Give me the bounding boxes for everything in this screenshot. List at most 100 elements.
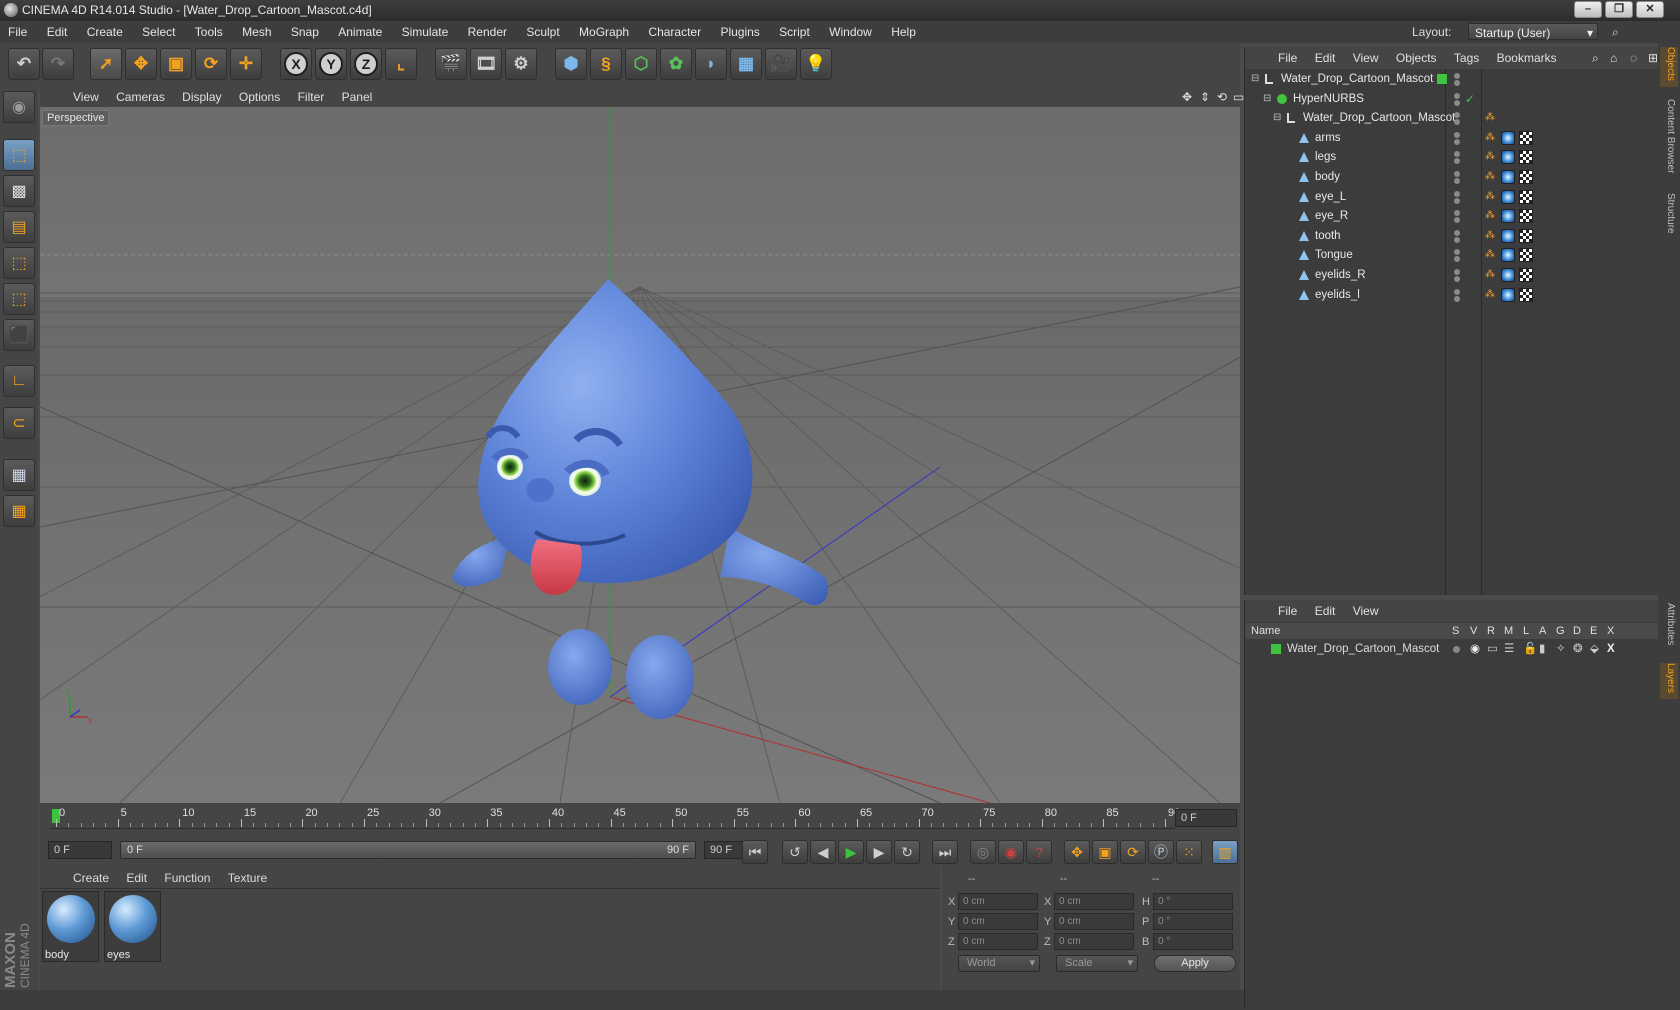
minimize-button[interactable]: –	[1574, 1, 1602, 18]
material-menu-texture[interactable]: Texture	[221, 867, 274, 889]
polygons-mode-icon[interactable]: ⬛	[3, 319, 35, 351]
uvw-tag-icon[interactable]	[1519, 170, 1533, 184]
render-visibility-dot[interactable]	[1454, 256, 1460, 263]
object-row[interactable]: eye_R ⁂	[1245, 206, 1659, 226]
phong-tag-icon[interactable]: ⁂	[1485, 289, 1495, 301]
objects-menu-file[interactable]: File	[1271, 47, 1304, 69]
rotation-p-field[interactable]: 0 °	[1153, 913, 1233, 930]
render-visibility-dot[interactable]	[1454, 158, 1460, 165]
viewport-menu-panel[interactable]: Panel	[335, 87, 380, 107]
timeline-track[interactable]: 051015202530354045505560657075808590	[50, 807, 1180, 829]
menu-mesh[interactable]: Mesh	[234, 21, 279, 43]
phong-tag-icon[interactable]: ⁂	[1485, 230, 1495, 242]
home-icon[interactable]: ⌂	[1603, 47, 1624, 69]
menu-file[interactable]: File	[0, 21, 35, 43]
coordinate-space-dropdown[interactable]: World ▾	[958, 955, 1040, 972]
material-swatch-body[interactable]: body	[42, 891, 99, 962]
deformer-icon[interactable]: ❂	[1573, 640, 1583, 658]
axis-mode-icon[interactable]: ∟	[3, 365, 35, 397]
tab-attributes[interactable]: Attributes	[1660, 603, 1678, 657]
viewport-menu-filter[interactable]: Filter	[291, 87, 332, 107]
tab-layers[interactable]: Layers	[1660, 663, 1678, 699]
expand-toggle-icon[interactable]: ⊟	[1273, 108, 1281, 128]
light-icon[interactable]: 💡	[800, 48, 832, 80]
viewport-menu-display[interactable]: Display	[175, 87, 228, 107]
menu-plugins[interactable]: Plugins	[712, 21, 767, 43]
locked-workplane-icon[interactable]: ▦	[3, 495, 35, 527]
menu-render[interactable]: Render	[460, 21, 515, 43]
z-axis-lock-button[interactable]: Z	[350, 48, 382, 80]
apply-button[interactable]: Apply	[1154, 955, 1236, 972]
animation-icon[interactable]: ▮	[1539, 640, 1545, 658]
editor-visibility-dot[interactable]	[1454, 190, 1460, 197]
edges-mode-icon[interactable]: ⬚	[3, 283, 35, 315]
expression-icon[interactable]: ⬙	[1590, 640, 1599, 658]
object-row[interactable]: eye_L ⁂	[1245, 187, 1659, 207]
array-icon[interactable]: ✿	[660, 48, 692, 80]
model-mode-icon[interactable]: ⬚	[3, 139, 35, 171]
close-button[interactable]: ✕	[1636, 1, 1664, 18]
start-frame-field[interactable]: 0 F	[48, 841, 112, 859]
menu-sculpt[interactable]: Sculpt	[518, 21, 567, 43]
menu-simulate[interactable]: Simulate	[394, 21, 457, 43]
objects-menu-edit[interactable]: Edit	[1308, 47, 1343, 69]
phong-tag-icon[interactable]: ⁂	[1485, 132, 1495, 144]
menu-window[interactable]: Window	[821, 21, 880, 43]
material-tag-icon[interactable]	[1501, 287, 1515, 302]
x-axis-lock-button[interactable]: X	[280, 48, 312, 80]
rotation-h-field[interactable]: 0 °	[1153, 893, 1233, 910]
auto-keying-icon[interactable]: ◉	[998, 840, 1024, 864]
editor-visibility-dot[interactable]	[1454, 92, 1460, 99]
material-tag-icon[interactable]	[1501, 130, 1515, 145]
render-view-icon[interactable]: 🎬	[435, 48, 467, 80]
uvw-tag-icon[interactable]	[1519, 189, 1533, 204]
phong-tag-icon[interactable]: ⁂	[1485, 112, 1495, 124]
menu-select[interactable]: Select	[134, 21, 183, 43]
lock-icon[interactable]: 🔓	[1523, 640, 1537, 658]
material-tag-icon[interactable]	[1501, 268, 1515, 282]
eye-icon[interactable]: ◉	[1470, 640, 1480, 658]
object-row[interactable]: eyelids_l ⁂	[1245, 285, 1659, 305]
object-row[interactable]: legs ⁂	[1245, 147, 1659, 167]
material-tag-icon[interactable]	[1501, 170, 1515, 184]
render-visibility-dot[interactable]	[1454, 119, 1460, 126]
uvw-tag-icon[interactable]	[1519, 268, 1533, 282]
nurbs-icon[interactable]: ⬡	[625, 48, 657, 80]
objects-menu-objects[interactable]: Objects	[1389, 47, 1444, 69]
layer-color-swatch[interactable]	[1437, 74, 1447, 84]
uvw-tag-icon[interactable]	[1519, 287, 1533, 302]
key-scale-icon[interactable]: ▣	[1092, 840, 1118, 864]
render-visibility-dot[interactable]	[1454, 236, 1460, 243]
render-visibility-dot[interactable]	[1454, 138, 1460, 145]
render-visibility-dot[interactable]	[1454, 178, 1460, 184]
render-visibility-dot[interactable]	[1454, 295, 1460, 302]
scale-icon[interactable]: ▣	[160, 48, 192, 80]
make-editable-icon[interactable]: ◉	[3, 91, 35, 123]
editor-visibility-dot[interactable]	[1454, 269, 1460, 275]
object-row[interactable]: arms ⁂	[1245, 128, 1659, 148]
generator-icon[interactable]: ✧	[1556, 640, 1566, 658]
layers-menu-view[interactable]: View	[1346, 600, 1386, 622]
position-y-field[interactable]: 0 cm	[958, 913, 1038, 930]
add-object-icon[interactable]: ✛	[230, 48, 262, 80]
keyframe-selection-icon[interactable]: ?	[1026, 840, 1052, 864]
key-rotation-icon[interactable]: ⟳	[1120, 840, 1146, 864]
go-to-end-icon[interactable]: ⏭	[932, 840, 958, 864]
floor-icon[interactable]: ▦	[730, 48, 762, 80]
phong-tag-icon[interactable]: ⁂	[1485, 171, 1495, 183]
move-icon[interactable]: ✥	[125, 48, 157, 80]
size-y-field[interactable]: 0 cm	[1054, 913, 1134, 930]
layer-row[interactable]: Water_Drop_Cartoon_Mascot ◉ ▭ ☰ 🔓 ▮ ✧ ❂ …	[1245, 640, 1659, 658]
objects-menu-bookmarks[interactable]: Bookmarks	[1490, 47, 1564, 69]
object-row[interactable]: eyelids_R ⁂	[1245, 265, 1659, 285]
key-pla-icon[interactable]: ⁙	[1176, 840, 1202, 864]
object-row[interactable]: ⊟ HyperNURBS ✓	[1245, 89, 1659, 109]
uvw-tag-icon[interactable]	[1519, 150, 1533, 165]
maximize-button[interactable]: ❐	[1605, 1, 1633, 18]
menu-create[interactable]: Create	[79, 21, 131, 43]
menu-snap[interactable]: Snap	[283, 21, 327, 43]
viewport-menu-view[interactable]: View	[66, 87, 106, 107]
objects-menu-tags[interactable]: Tags	[1447, 47, 1486, 69]
coordinate-system-icon[interactable]: ⌞	[385, 48, 417, 80]
uvw-tag-icon[interactable]	[1519, 248, 1533, 263]
